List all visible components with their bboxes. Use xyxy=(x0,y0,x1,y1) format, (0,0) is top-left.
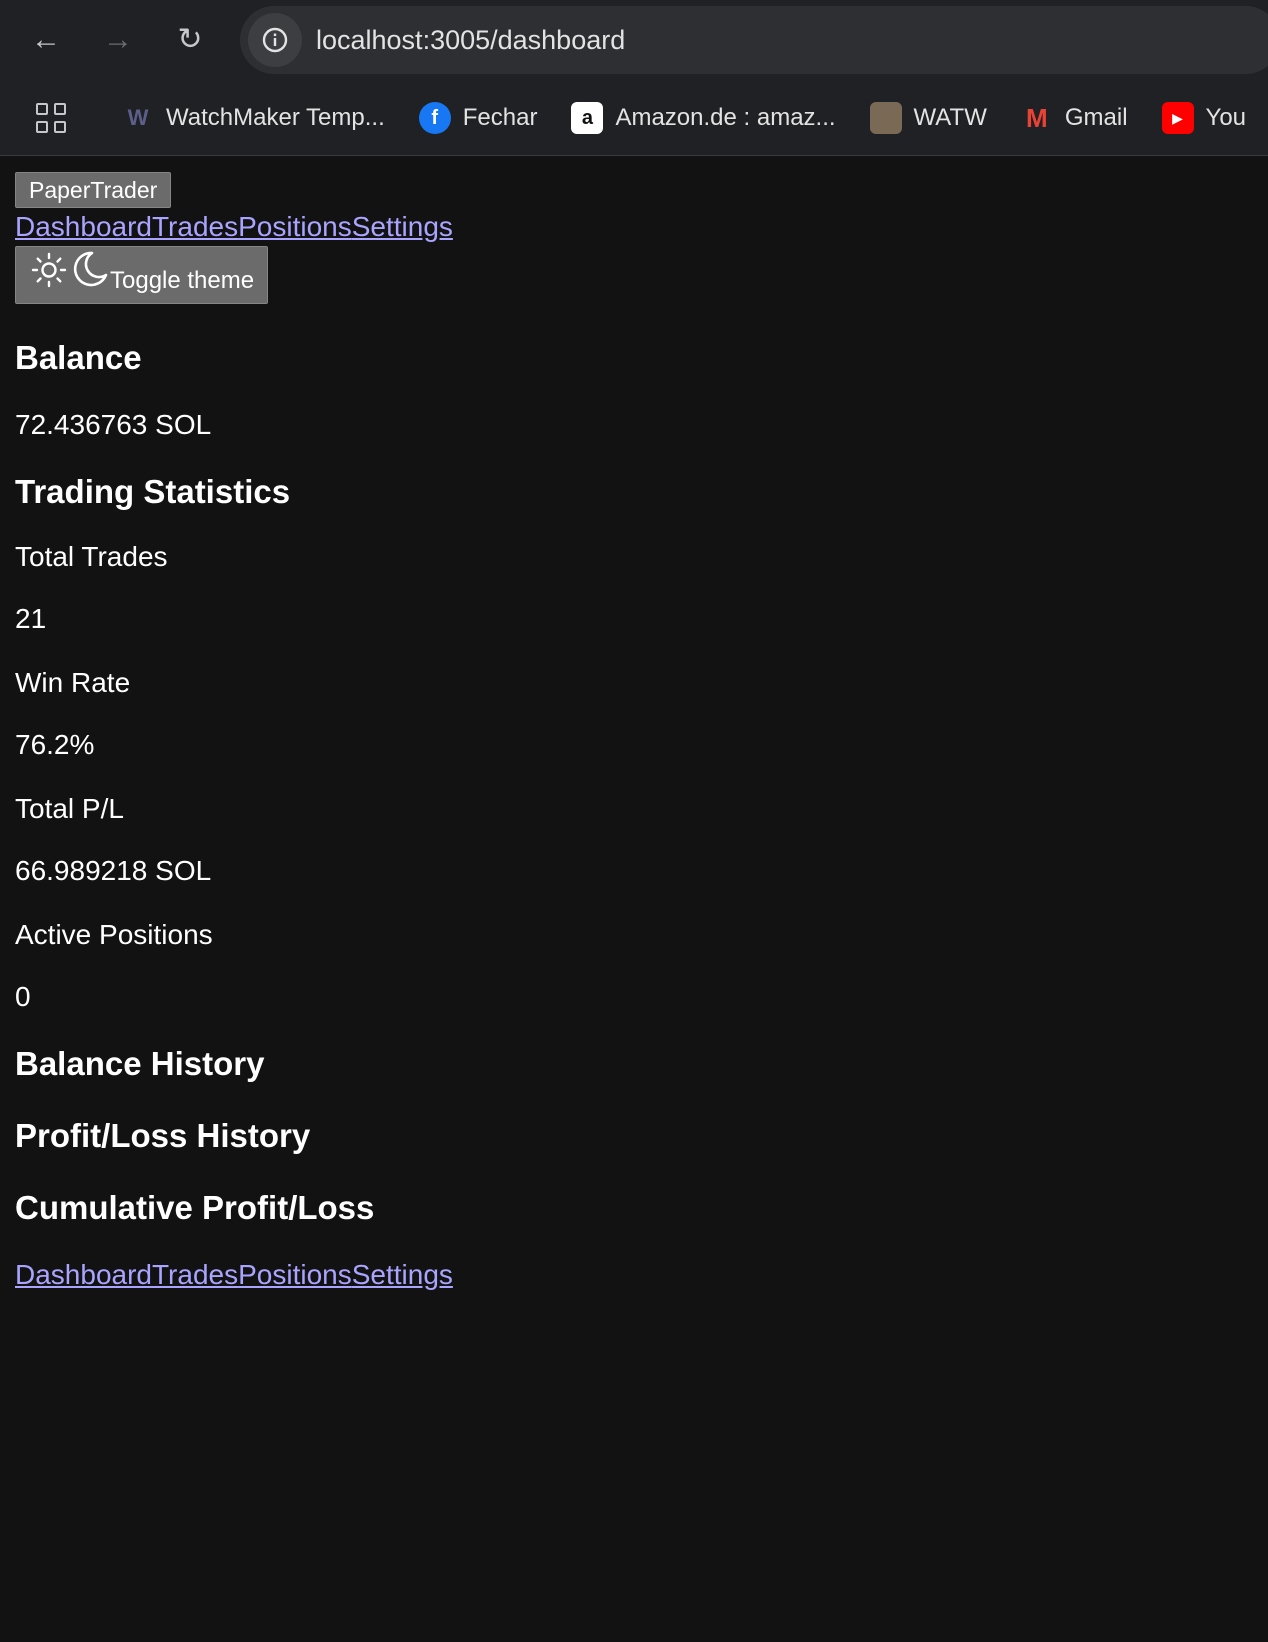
facebook-icon: f xyxy=(418,102,451,134)
bookmark-amazon[interactable]: a Amazon.de : amaz... xyxy=(571,102,836,134)
bookmark-label: WATW xyxy=(913,104,987,131)
header: PaperTrader DashboardTradesPositionsSett… xyxy=(15,172,1253,304)
watchmaker-icon: W xyxy=(127,105,149,130)
stat-label-win-rate: Win Rate xyxy=(15,667,131,698)
balance-value: 72.436763 SOL xyxy=(15,409,212,440)
stat-value-active-positions: 0 xyxy=(15,981,31,1012)
sun-icon xyxy=(31,252,67,288)
watw-icon xyxy=(869,102,902,134)
bookmark-label: Gmail xyxy=(1064,104,1128,131)
nav-link-settings[interactable]: Settings xyxy=(352,211,453,242)
footer-link-dashboard[interactable]: Dashboard xyxy=(15,1259,152,1290)
footer-link-trades[interactable]: Trades xyxy=(152,1259,238,1290)
bookmark-gmail[interactable]: M Gmail xyxy=(1021,102,1128,134)
stat-label-active-positions: Active Positions xyxy=(15,919,213,950)
cumulative-pl-title: Cumulative Profit/Loss xyxy=(15,1189,375,1226)
youtube-icon: ▶ xyxy=(1161,102,1194,134)
balance-title: Balance xyxy=(15,339,142,376)
nav-link-trades[interactable]: Trades xyxy=(152,211,238,242)
bookmark-watw[interactable]: WATW xyxy=(869,102,987,134)
toggle-theme-label: Toggle theme xyxy=(110,267,255,294)
stat-label-total-trades: Total Trades xyxy=(15,541,168,572)
reload-icon[interactable]: ↻ xyxy=(170,20,210,60)
pl-history-title: Profit/Loss History xyxy=(15,1117,311,1154)
stat-value-total-trades: 21 xyxy=(15,603,47,634)
footer-link-settings[interactable]: Settings xyxy=(352,1259,453,1290)
browser-chrome: ← → ↻ localhost:3005/dashboard W WatchMa… xyxy=(0,0,1268,156)
brand-button[interactable]: PaperTrader xyxy=(15,172,172,208)
bookmark-watchmaker[interactable]: W WatchMaker Temp... xyxy=(122,102,385,134)
site-info-icon[interactable] xyxy=(248,13,302,67)
address-bar[interactable]: localhost:3005/dashboard xyxy=(240,6,1268,74)
gmail-icon: M xyxy=(1026,102,1048,133)
trading-statistics-title: Trading Statistics xyxy=(15,473,291,510)
stat-label-total-pl: Total P/L xyxy=(15,793,124,824)
nav-link-positions[interactable]: Positions xyxy=(238,211,352,242)
bookmark-facebook[interactable]: f Fechar xyxy=(418,102,538,134)
balance-history-title: Balance History xyxy=(15,1045,265,1082)
stat-value-win-rate: 76.2% xyxy=(15,729,95,760)
bookmark-youtube[interactable]: ▶ You xyxy=(1161,102,1247,134)
stat-value-total-pl: 66.989218 SOL xyxy=(15,855,212,886)
bookmark-label: You xyxy=(1205,104,1247,131)
bookmark-label: WatchMaker Temp... xyxy=(166,104,385,131)
footer-nav: DashboardTradesPositionsSettings xyxy=(15,1258,1253,1292)
forward-icon[interactable]: → xyxy=(98,20,138,60)
dashboard-page: PaperTrader DashboardTradesPositionsSett… xyxy=(0,156,1268,1292)
stats-list: Total Trades 21 Win Rate 76.2% Total P/L… xyxy=(15,540,1253,1014)
nav-link-dashboard[interactable]: Dashboard xyxy=(15,211,152,242)
top-nav: DashboardTradesPositionsSettings xyxy=(15,210,1253,244)
toggle-theme-button[interactable]: Toggle theme xyxy=(15,246,269,304)
bookmark-label: Amazon.de : amaz... xyxy=(615,104,836,131)
url-text[interactable]: localhost:3005/dashboard xyxy=(316,25,625,56)
moon-icon xyxy=(73,251,108,287)
bookmark-label: Fechar xyxy=(462,104,538,131)
apps-grid-icon[interactable] xyxy=(36,103,66,133)
browser-toolbar: ← → ↻ localhost:3005/dashboard xyxy=(0,0,1268,80)
back-icon[interactable]: ← xyxy=(26,20,66,60)
amazon-icon: a xyxy=(571,102,604,134)
footer-link-positions[interactable]: Positions xyxy=(238,1259,352,1290)
bookmarks-bar: W WatchMaker Temp... f Fechar a Amazon.d… xyxy=(0,80,1268,156)
